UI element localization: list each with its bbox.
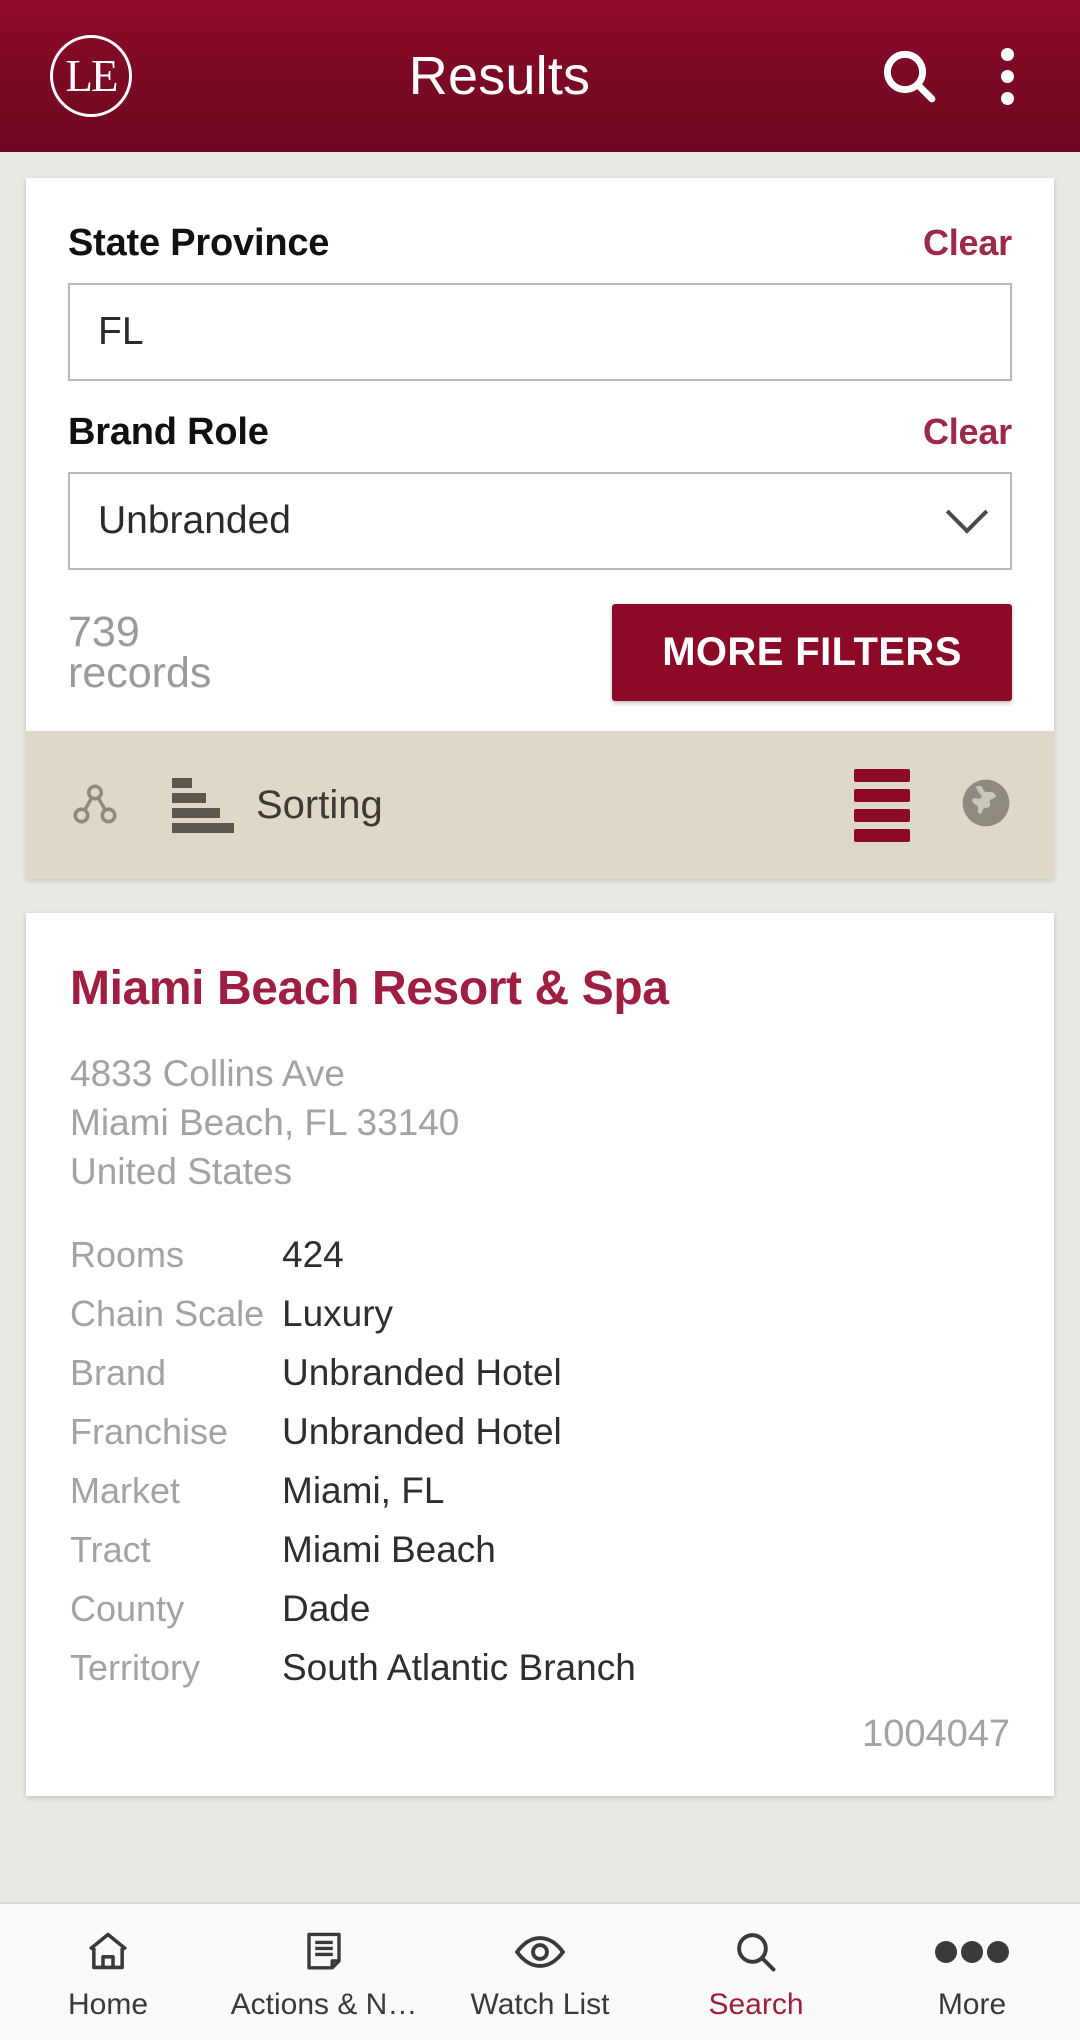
detail-value: Miami Beach [282, 1529, 496, 1571]
kebab-dot [1001, 69, 1014, 83]
detail-value: Miami, FL [282, 1470, 445, 1512]
header-actions [877, 42, 1044, 111]
sort-ascending-icon [172, 777, 234, 833]
detail-row: Brand Unbranded Hotel [70, 1352, 1010, 1394]
ellipsis-dots [935, 1941, 1009, 1963]
tab-label: Home [67, 1988, 149, 2021]
detail-row: Market Miami, FL [70, 1470, 1010, 1512]
hotel-address: 4833 Collins Ave Miami Beach, FL 33140 U… [70, 1050, 1010, 1196]
detail-row: Franchise Unbranded Hotel [70, 1411, 1010, 1453]
records-row: 739 records MORE FILTERS [68, 604, 1012, 701]
page-title: Results [408, 46, 591, 106]
detail-label: Territory [70, 1647, 201, 1689]
filter-card: State Province Clear FL Brand Role Clear… [26, 178, 1054, 731]
detail-row: Chain Scale Luxury [70, 1293, 1010, 1335]
eye-icon [513, 1928, 567, 1976]
state-province-header: State Province Clear [68, 222, 1012, 265]
home-icon [83, 1928, 133, 1976]
tab-label: More [937, 1988, 1007, 2021]
detail-value: Dade [282, 1588, 371, 1630]
more-filters-button[interactable]: MORE FILTERS [612, 604, 1012, 701]
records-word: records [68, 648, 212, 697]
logo-text: LE [65, 50, 119, 101]
result-card[interactable]: Miami Beach Resort & Spa 4833 Collins Av… [26, 913, 1054, 1797]
list-view-icon[interactable] [854, 768, 910, 842]
state-province-value: FL [98, 310, 144, 353]
detail-label: Rooms [70, 1234, 185, 1276]
tab-label: Search [708, 1988, 804, 2021]
brand-role-header: Brand Role Clear [68, 411, 1012, 454]
ellipsis-icon [935, 1928, 1009, 1976]
detail-row: County Dade [70, 1588, 1010, 1630]
bottom-tab-bar: Home Actions & N… Watch List Search More [0, 1902, 1080, 2040]
sorting-toolbar: Sorting [26, 731, 1054, 879]
kebab-menu-icon[interactable] [987, 42, 1028, 111]
app-screen: LE Results State Province Clear FL Brand… [0, 0, 1080, 2040]
tab-label: Watch List [470, 1988, 610, 2021]
globe-map-icon[interactable] [958, 775, 1014, 836]
grouping-nodes-icon [73, 784, 117, 824]
sorting-left-group: Sorting [70, 777, 854, 833]
detail-row: Tract Miami Beach [70, 1529, 1010, 1571]
detail-label: Brand [70, 1352, 167, 1394]
content-area: State Province Clear FL Brand Role Clear… [0, 152, 1080, 1902]
address-line: Miami Beach, FL 33140 [70, 1101, 460, 1143]
clear-state-province-button[interactable]: Clear [923, 222, 1012, 264]
detail-row: Rooms 424 [70, 1234, 1010, 1276]
tab-watch-list[interactable]: Watch List [432, 1904, 648, 2040]
state-province-label: State Province [68, 222, 330, 264]
kebab-dot [1001, 91, 1014, 105]
address-line: United States [70, 1150, 293, 1192]
sorting-button[interactable]: Sorting [172, 777, 383, 833]
tab-search[interactable]: Search [648, 1904, 864, 2040]
search-icon [731, 1928, 781, 1976]
address-line: 4833 Collins Ave [70, 1053, 345, 1094]
brand-role-value: Unbranded [98, 499, 291, 542]
view-toggle-group [854, 768, 1014, 842]
detail-label: Chain Scale [70, 1293, 265, 1335]
records-number: 739 [68, 607, 140, 656]
detail-value: 424 [282, 1234, 344, 1276]
record-id: 1004047 [862, 1713, 1010, 1756]
document-icon [300, 1928, 348, 1976]
detail-value: Unbranded Hotel [282, 1352, 562, 1394]
detail-label: Market [70, 1470, 181, 1512]
brand-role-select[interactable]: Unbranded [68, 472, 1012, 570]
detail-value: Luxury [282, 1293, 394, 1335]
detail-value: Unbranded Hotel [282, 1411, 562, 1453]
le-circle-logo-icon: LE [50, 35, 132, 117]
search-icon[interactable] [877, 44, 941, 108]
detail-value: South Atlantic Branch [282, 1647, 636, 1689]
globe-glyph [962, 779, 1010, 826]
hotel-name: Miami Beach Resort & Spa [70, 962, 669, 1015]
hotel-details: Rooms 424 Chain Scale Luxury Brand Unbra… [70, 1234, 1010, 1689]
brand-role-label: Brand Role [68, 411, 269, 453]
records-count: 739 records [68, 607, 212, 697]
app-header: LE Results [0, 0, 1080, 152]
tab-actions-notifications[interactable]: Actions & N… [216, 1904, 432, 2040]
grouping-button[interactable] [70, 780, 120, 830]
tab-label: Actions & N… [230, 1988, 418, 2021]
detail-label: County [70, 1588, 185, 1630]
state-province-input[interactable]: FL [68, 283, 1012, 381]
sorting-label: Sorting [256, 782, 383, 827]
tab-home[interactable]: Home [0, 1904, 216, 2040]
detail-label: Franchise [70, 1411, 229, 1453]
chevron-down-icon [945, 491, 989, 534]
detail-label: Tract [70, 1529, 151, 1571]
detail-row: Territory South Atlantic Branch [70, 1647, 1010, 1689]
clear-brand-role-button[interactable]: Clear [923, 411, 1012, 453]
kebab-dot [1001, 47, 1014, 61]
tab-more[interactable]: More [864, 1904, 1080, 2040]
